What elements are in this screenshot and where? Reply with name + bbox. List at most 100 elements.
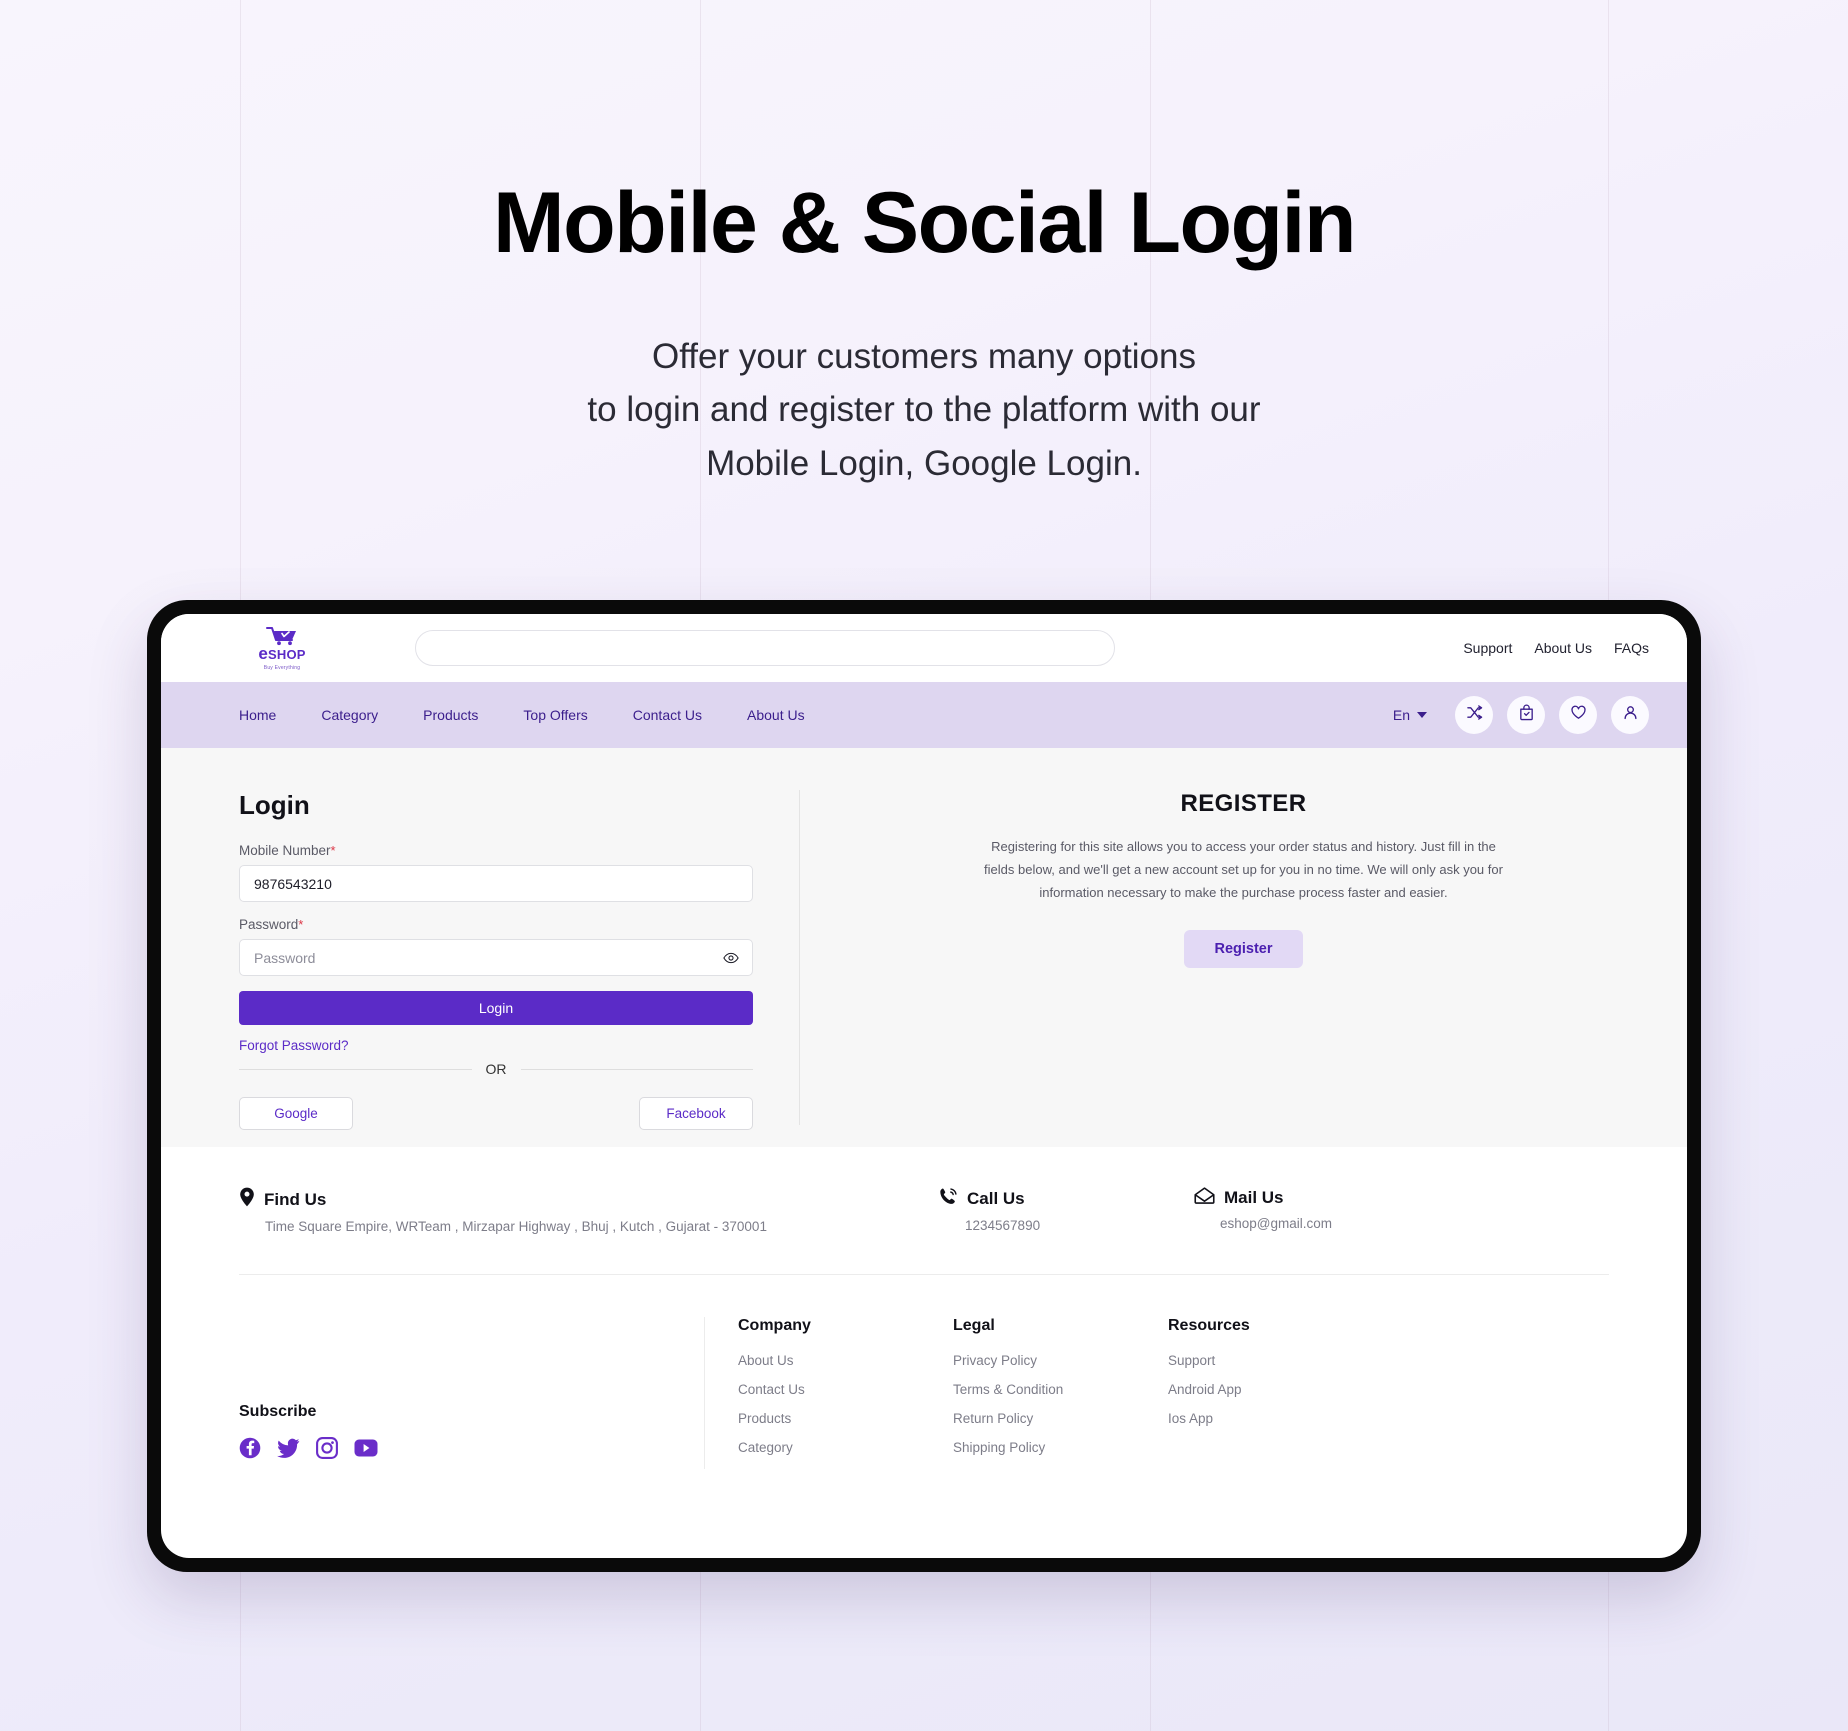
language-selector[interactable]: En [1393, 707, 1427, 723]
top-link-support[interactable]: Support [1463, 640, 1512, 656]
footer-link-shipping-policy[interactable]: Shipping Policy [953, 1440, 1168, 1455]
find-us-block: Find Us Time Square Empire, WRTeam , Mir… [239, 1187, 939, 1234]
call-us-number: 1234567890 [965, 1218, 1041, 1233]
mail-us-title: Mail Us [1224, 1188, 1284, 1207]
footer-column-company: Company About Us Contact Us Products Cat… [738, 1317, 953, 1469]
mobile-number-value: 9876543210 [254, 875, 332, 892]
auth-section: Login Mobile Number* 9876543210 Password… [161, 748, 1687, 1147]
top-link-faqs[interactable]: FAQs [1614, 640, 1649, 656]
google-login-button[interactable]: Google [239, 1097, 353, 1130]
nav-item-category[interactable]: Category [321, 707, 378, 723]
password-label: Password* [239, 917, 304, 932]
footer-link-about-us[interactable]: About Us [738, 1353, 953, 1368]
social-icons [239, 1437, 704, 1459]
instagram-icon[interactable] [316, 1437, 338, 1459]
site-top-bar: eSHOP Buy Everything Support About Us FA… [161, 614, 1687, 682]
find-us-header: Find Us [239, 1187, 939, 1212]
facebook-icon[interactable] [239, 1437, 261, 1459]
twitter-icon[interactable] [277, 1438, 300, 1458]
mail-us-block: Mail Us eshop@gmail.com [1194, 1187, 1332, 1231]
register-button[interactable]: Register [1184, 930, 1303, 969]
nav-actions: En [1393, 696, 1649, 734]
footer-link-contact-us[interactable]: Contact Us [738, 1382, 953, 1397]
logo-tagline: Buy Everything [263, 664, 301, 671]
footer-link-android-app[interactable]: Android App [1168, 1382, 1383, 1397]
nav-item-about-us[interactable]: About Us [747, 707, 805, 723]
call-us-header: Call Us [939, 1187, 1194, 1211]
hero-subtitle: Offer your customers many options to log… [0, 330, 1848, 490]
find-us-title: Find Us [264, 1189, 327, 1209]
mobile-number-label: Mobile Number* [239, 843, 336, 858]
account-button[interactable] [1611, 696, 1649, 734]
language-label: En [1392, 707, 1410, 723]
hero-subtitle-line-3: Mobile Login, Google Login. [706, 443, 1142, 483]
page-title: Mobile & Social Login [493, 175, 1356, 271]
password-placeholder: Password [254, 949, 316, 966]
footer-column-title: Legal [953, 1317, 995, 1334]
login-panel: Login Mobile Number* 9876543210 Password… [239, 790, 799, 1147]
top-link-about-us[interactable]: About Us [1534, 640, 1592, 656]
hero-section: Mobile & Social Login Offer your custome… [0, 0, 1848, 490]
nav-item-home[interactable]: Home [239, 707, 276, 723]
nav-items: Home Category Products Top Offers Contac… [239, 707, 805, 723]
footer-links-row: Subscribe Company About Us Contact Us Pr… [239, 1275, 1609, 1469]
nav-item-top-offers[interactable]: Top Offers [523, 707, 587, 723]
required-asterisk: * [298, 917, 304, 932]
mobile-number-input[interactable]: 9876543210 [239, 865, 753, 902]
find-us-address: Time Square Empire, WRTeam , Mirzapar Hi… [265, 1219, 767, 1234]
footer-column-resources: Resources Support Android App Ios App [1168, 1317, 1383, 1469]
footer-column-title: Company [738, 1317, 811, 1334]
nav-item-contact-us[interactable]: Contact Us [633, 707, 702, 723]
subscribe-block: Subscribe [239, 1317, 704, 1469]
footer-link-return-policy[interactable]: Return Policy [953, 1411, 1168, 1426]
shopping-cart-icon [265, 626, 299, 646]
footer-link-privacy-policy[interactable]: Privacy Policy [953, 1353, 1168, 1368]
footer-link-support[interactable]: Support [1168, 1353, 1383, 1368]
footer-link-ios-app[interactable]: Ios App [1168, 1411, 1383, 1426]
search-input[interactable] [415, 630, 1115, 666]
top-bar-links: Support About Us FAQs [1463, 640, 1649, 656]
footer-link-category[interactable]: Category [738, 1440, 953, 1455]
wishlist-button[interactable] [1559, 696, 1597, 734]
eye-icon[interactable] [723, 952, 739, 964]
subscribe-title: Subscribe [239, 1403, 317, 1420]
footer-column-legal: Legal Privacy Policy Terms & Condition R… [953, 1317, 1168, 1469]
eshop-logo[interactable]: eSHOP Buy Everything [239, 626, 325, 671]
cart-button[interactable] [1507, 696, 1545, 734]
envelope-icon [1194, 1187, 1215, 1209]
hero-subtitle-line-2: to login and register to the platform wi… [587, 390, 1261, 430]
footer-column-title: Resources [1168, 1317, 1250, 1334]
required-asterisk: * [330, 843, 336, 858]
login-button[interactable]: Login [239, 991, 753, 1025]
compare-button[interactable] [1455, 696, 1493, 734]
phone-icon [939, 1187, 958, 1211]
heart-icon [1570, 704, 1587, 726]
footer-link-terms-condition[interactable]: Terms & Condition [953, 1382, 1168, 1397]
search-container [415, 630, 1115, 666]
logo-wordmark: eSHOP [258, 643, 306, 663]
site-footer: Find Us Time Square Empire, WRTeam , Mir… [161, 1147, 1687, 1469]
shopping-bag-icon [1518, 704, 1535, 726]
or-label: OR [485, 1061, 507, 1077]
nav-item-products[interactable]: Products [423, 707, 478, 723]
call-us-title: Call Us [967, 1189, 1025, 1208]
register-description: Registering for this site allows you to … [984, 839, 1503, 900]
footer-vertical-divider [704, 1317, 705, 1469]
register-heading: REGISTER [1180, 790, 1307, 817]
youtube-icon[interactable] [354, 1439, 378, 1457]
footer-link-products[interactable]: Products [738, 1411, 953, 1426]
facebook-login-button[interactable]: Facebook [639, 1097, 753, 1130]
browser-screen: eSHOP Buy Everything Support About Us FA… [161, 614, 1687, 1558]
footer-contact-row: Find Us Time Square Empire, WRTeam , Mir… [239, 1187, 1609, 1234]
password-input[interactable]: Password [239, 939, 753, 976]
divider-line-right [520, 1068, 753, 1070]
main-navigation-bar: Home Category Products Top Offers Contac… [161, 682, 1687, 748]
social-login-buttons: Google Facebook [239, 1097, 753, 1130]
user-icon [1622, 704, 1639, 726]
or-divider: OR [239, 1061, 753, 1077]
divider-line-left [239, 1068, 472, 1070]
forgot-password-link[interactable]: Forgot Password? [239, 1038, 349, 1053]
call-us-block: Call Us 1234567890 [939, 1187, 1194, 1233]
login-heading: Login [239, 790, 310, 820]
hero-subtitle-line-1: Offer your customers many options [651, 337, 1197, 377]
